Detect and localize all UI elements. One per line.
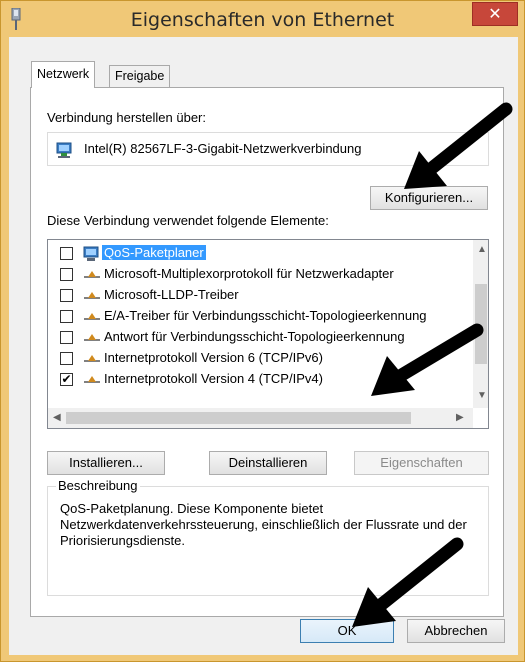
- window-title: Eigenschaften von Ethernet: [130, 9, 395, 31]
- title-bar[interactable]: Eigenschaften von Ethernet ✕: [1, 1, 524, 37]
- vertical-scroll-thumb[interactable]: [475, 284, 487, 364]
- protocol-icon: [84, 313, 100, 320]
- ok-button[interactable]: OK: [300, 619, 394, 643]
- uninstall-button[interactable]: Deinstallieren: [209, 451, 327, 475]
- item-checkbox[interactable]: [60, 247, 73, 260]
- vertical-scrollbar[interactable]: ▲ ▼: [473, 240, 488, 408]
- network-computer-icon: [83, 246, 99, 261]
- properties-window: Eigenschaften von Ethernet ✕ Netzwerk Fr…: [0, 0, 525, 662]
- scroll-left-icon[interactable]: ◀: [53, 412, 61, 423]
- horizontal-scrollbar[interactable]: ◀ ▶: [48, 408, 473, 428]
- list-item[interactable]: ✔ Internetprotokoll Version 4 (TCP/IPv4): [48, 369, 473, 390]
- protocol-icon: [84, 271, 100, 278]
- scroll-down-icon[interactable]: ▼: [477, 390, 487, 401]
- close-button[interactable]: ✕: [472, 2, 518, 26]
- item-checkbox[interactable]: ✔: [60, 373, 73, 386]
- item-label: Internetprotokoll Version 4 (TCP/IPv4): [104, 371, 323, 386]
- protocol-icon: [84, 334, 100, 341]
- item-label: Antwort für Verbindungsschicht-Topologie…: [104, 329, 405, 344]
- adapter-name: Intel(R) 82567LF-3-Gigabit-Netzwerkverbi…: [84, 141, 362, 156]
- item-checkbox[interactable]: [60, 310, 73, 323]
- item-checkbox[interactable]: [60, 268, 73, 281]
- list-item[interactable]: QoS-Paketplaner: [48, 243, 473, 264]
- horizontal-scroll-thumb[interactable]: [66, 412, 411, 424]
- tab-netzwerk[interactable]: Netzwerk: [31, 61, 96, 88]
- item-label: Microsoft-LLDP-Treiber: [104, 287, 239, 302]
- properties-button[interactable]: Eigenschaften: [354, 451, 489, 475]
- item-label: Microsoft-Multiplexorprotokoll für Netzw…: [104, 266, 394, 281]
- scroll-right-icon[interactable]: ▶: [456, 412, 464, 423]
- tab-freigabe[interactable]: Freigabe: [109, 65, 171, 87]
- configure-button[interactable]: Konfigurieren...: [370, 186, 488, 210]
- list-item[interactable]: Microsoft-LLDP-Treiber: [48, 285, 473, 306]
- scroll-up-icon[interactable]: ▲: [477, 244, 487, 255]
- description-group: Beschreibung QoS-Paketplanung. Diese Kom…: [47, 478, 489, 596]
- description-title: Beschreibung: [56, 478, 140, 493]
- install-button[interactable]: Installieren...: [47, 451, 165, 475]
- item-label: E/A-Treiber für Verbindungsschicht-Topol…: [104, 308, 427, 323]
- protocol-icon: [84, 355, 100, 362]
- item-checkbox[interactable]: [60, 352, 73, 365]
- item-label: Internetprotokoll Version 6 (TCP/IPv6): [104, 350, 323, 365]
- components-list[interactable]: QoS-Paketplaner Microsoft-Multiplexorpro…: [47, 239, 489, 429]
- item-checkbox[interactable]: [60, 289, 73, 302]
- dialog-body: Netzwerk Freigabe Verbindung herstellen …: [9, 37, 518, 655]
- list-item[interactable]: E/A-Treiber für Verbindungsschicht-Topol…: [48, 306, 473, 327]
- connect-via-label: Verbindung herstellen über:: [47, 110, 207, 125]
- protocol-icon: [84, 292, 100, 299]
- items-label: Diese Verbindung verwendet folgende Elem…: [47, 213, 329, 228]
- item-label: QoS-Paketplaner: [102, 245, 206, 260]
- list-item[interactable]: Microsoft-Multiplexorprotokoll für Netzw…: [48, 264, 473, 285]
- protocol-icon: [84, 376, 100, 383]
- network-tab-panel: Verbindung herstellen über: Intel(R) 825…: [30, 87, 504, 617]
- description-text: QoS-Paketplanung. Diese Komponente biete…: [60, 501, 467, 548]
- cancel-button[interactable]: Abbrechen: [407, 619, 505, 643]
- network-adapter-icon: [56, 142, 72, 158]
- list-item[interactable]: Antwort für Verbindungsschicht-Topologie…: [48, 327, 473, 348]
- adapter-box: Intel(R) 82567LF-3-Gigabit-Netzwerkverbi…: [47, 132, 489, 166]
- item-checkbox[interactable]: [60, 331, 73, 344]
- list-item[interactable]: Internetprotokoll Version 6 (TCP/IPv6): [48, 348, 473, 369]
